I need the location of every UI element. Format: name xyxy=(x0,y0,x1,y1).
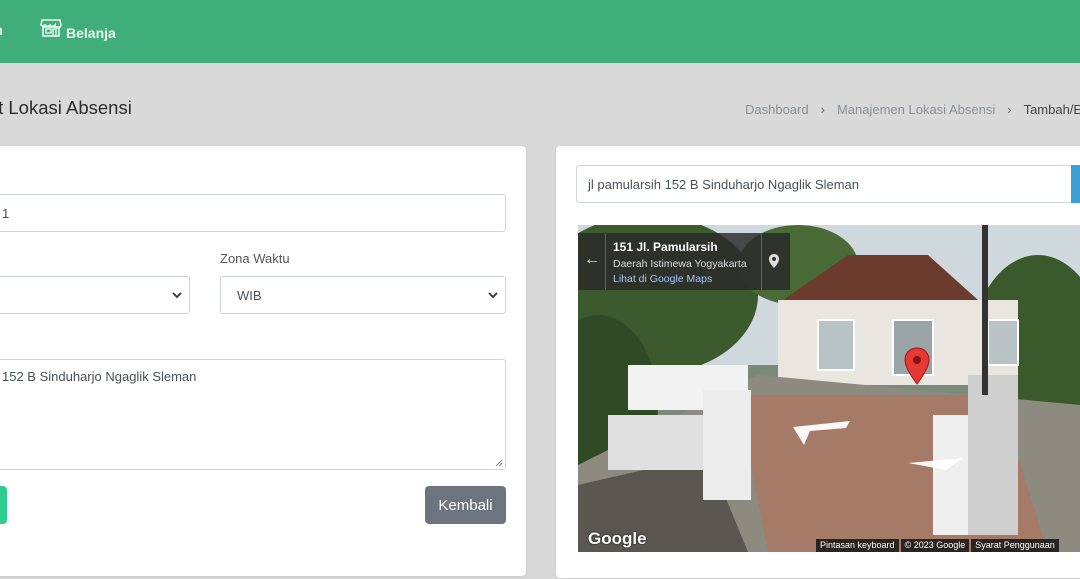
breadcrumb-separator: › xyxy=(1007,102,1012,117)
chevron-down-icon xyxy=(488,292,498,299)
place-title: 151 Jl. Pamularsih xyxy=(613,240,718,254)
nav-item-shop[interactable]: Belanja xyxy=(40,18,116,41)
location-name-input[interactable]: 1 xyxy=(0,194,506,232)
map-footer: Pintasan keyboard © 2023 Google Syarat P… xyxy=(816,539,1059,552)
chevron-down-icon xyxy=(172,292,182,299)
back-button[interactable]: Kembali xyxy=(425,486,506,524)
timezone-select[interactable]: WIB xyxy=(220,276,506,314)
breadcrumb-location-management[interactable]: Manajemen Lokasi Absensi xyxy=(837,102,995,117)
top-navbar: uan Belanja xyxy=(0,0,1080,63)
left-select[interactable] xyxy=(0,276,190,314)
location-name-value: 1 xyxy=(2,205,10,221)
map-search-input[interactable]: jl pamularsih 152 B Sinduharjo Ngaglik S… xyxy=(576,165,1080,203)
street-view-info-box: ← 151 Jl. Pamularsih Daerah Istimewa Yog… xyxy=(578,233,790,290)
view-in-maps-link[interactable]: Lihat di Google Maps xyxy=(613,273,712,285)
keyboard-shortcuts-link[interactable]: Pintasan keyboard xyxy=(816,539,899,552)
address-value: 152 B Sinduharjo Ngaglik Sleman xyxy=(2,369,197,384)
address-textarea[interactable]: 152 B Sinduharjo Ngaglik Sleman xyxy=(0,359,506,470)
save-button[interactable] xyxy=(0,486,7,524)
divider xyxy=(605,233,606,290)
breadcrumb: Dashboard › Manajemen Lokasi Absensi › T… xyxy=(745,102,1080,117)
nav-item-shop-label: Belanja xyxy=(66,24,116,41)
arrow-left-icon[interactable]: ← xyxy=(584,251,600,269)
page-title: it Lokasi Absensi xyxy=(0,97,132,118)
store-icon xyxy=(40,18,62,41)
copyright-text: © 2023 Google xyxy=(900,539,970,552)
nav-item-partial[interactable]: uan xyxy=(0,22,3,38)
resize-handle-icon[interactable] xyxy=(495,459,503,467)
map-search-value: jl pamularsih 152 B Sinduharjo Ngaglik S… xyxy=(588,176,859,192)
breadcrumb-current: Tambah/E xyxy=(1023,102,1080,117)
place-region: Daerah Istimewa Yogyakarta xyxy=(613,258,747,270)
breadcrumb-separator: › xyxy=(820,102,825,117)
timezone-value: WIB xyxy=(237,287,262,303)
divider xyxy=(761,233,762,290)
timezone-label: Zona Waktu xyxy=(220,251,290,266)
terms-link[interactable]: Syarat Penggunaan xyxy=(971,539,1059,552)
map-pin-icon[interactable] xyxy=(904,347,930,385)
map-search-button[interactable] xyxy=(1071,165,1080,203)
google-logo: Google xyxy=(588,529,647,548)
street-view[interactable]: ← 151 Jl. Pamularsih Daerah Istimewa Yog… xyxy=(578,225,1080,552)
breadcrumb-dashboard[interactable]: Dashboard xyxy=(745,102,809,117)
location-pin-icon[interactable] xyxy=(768,253,780,269)
